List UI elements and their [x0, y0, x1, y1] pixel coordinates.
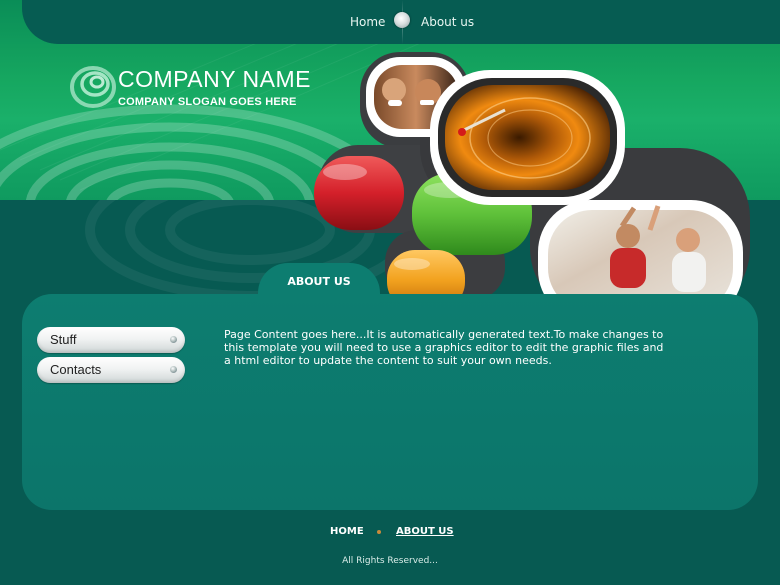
concentric-ring-logo-icon [70, 66, 116, 108]
sidebar-item-label: Stuff [50, 332, 77, 347]
section-tab-label: ABOUT US [287, 275, 351, 288]
sidebar-item-stuff[interactable]: Stuff [37, 327, 185, 353]
footer-separator-dot [377, 530, 381, 534]
sidebar-item-label: Contacts [50, 362, 102, 377]
round-knob-icon [394, 12, 410, 28]
company-name: COMPANY NAME [118, 66, 312, 92]
dot-icon [170, 336, 177, 343]
dot-icon [170, 366, 177, 373]
nav-home-link[interactable]: Home [350, 15, 385, 29]
page-content-text: Page Content goes here...It is automatic… [224, 328, 664, 367]
sidebar-item-contacts[interactable]: Contacts [37, 357, 185, 383]
copyright-text: All Rights Reserved... [342, 556, 438, 566]
nav-about-link[interactable]: About us [421, 15, 474, 29]
footer-about-link[interactable]: ABOUT US [396, 526, 454, 537]
company-slogan: COMPANY SLOGAN GOES HERE [118, 96, 297, 108]
footer-home-link[interactable]: HOME [330, 526, 364, 537]
